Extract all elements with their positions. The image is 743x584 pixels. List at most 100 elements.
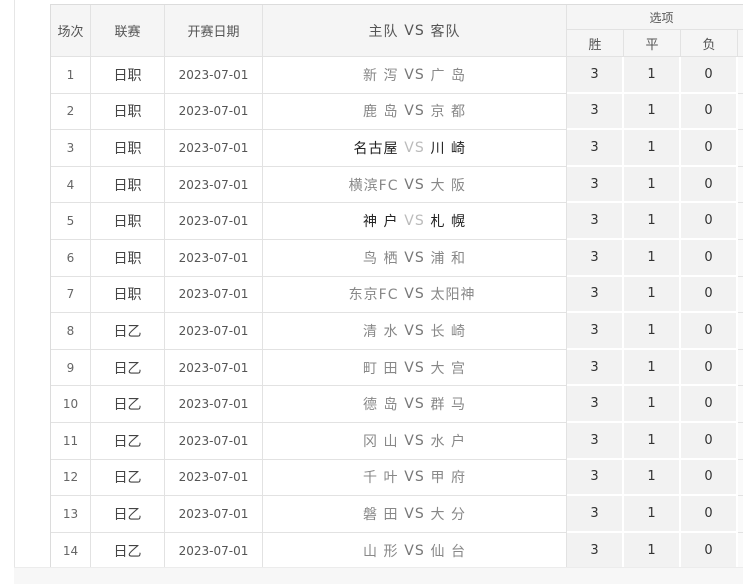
option-win[interactable]: 3 bbox=[567, 276, 624, 314]
header-loss: 负 bbox=[681, 30, 738, 57]
row-extra bbox=[738, 239, 743, 277]
home-team: 东京FC bbox=[348, 287, 399, 304]
header-date: 开赛日期 bbox=[165, 5, 263, 57]
option-win[interactable]: 3 bbox=[567, 130, 624, 167]
vs-label: VS bbox=[404, 103, 425, 120]
vs-label: VS bbox=[404, 469, 425, 486]
away-team: 广 岛 bbox=[430, 67, 466, 84]
option-win[interactable]: 3 bbox=[567, 459, 624, 497]
home-team: 鸟 栖 bbox=[363, 250, 399, 267]
row-league: 日职 bbox=[91, 276, 165, 314]
option-draw[interactable]: 1 bbox=[624, 386, 681, 423]
option-loss[interactable]: 0 bbox=[681, 349, 738, 387]
option-win[interactable]: 3 bbox=[567, 203, 624, 240]
row-extra bbox=[738, 130, 743, 167]
option-draw[interactable]: 1 bbox=[624, 276, 681, 314]
row-match: 清 水 VS 长 崎 bbox=[263, 313, 567, 350]
vs-label: VS bbox=[404, 505, 425, 522]
option-loss[interactable]: 0 bbox=[681, 459, 738, 497]
option-win[interactable]: 3 bbox=[567, 166, 624, 204]
table-body: 1 日职 2023-07-01 新 泻 VS 广 岛 3 1 0 2 日职 2023-07-01 鹿 岛… bbox=[51, 57, 743, 570]
row-date: 2023-07-01 bbox=[165, 166, 263, 204]
option-win[interactable]: 3 bbox=[567, 349, 624, 387]
row-match: 磐 田 VS 大 分 bbox=[263, 496, 567, 533]
row-extra bbox=[738, 203, 743, 240]
home-team: 神 户 bbox=[363, 214, 399, 231]
option-draw[interactable]: 1 bbox=[624, 130, 681, 167]
table-row: 7 日职 2023-07-01 东京FC VS 太阳神 3 1 0 bbox=[51, 276, 743, 314]
row-date: 2023-07-01 bbox=[165, 459, 263, 497]
row-match: 德 岛 VS 群 马 bbox=[263, 386, 567, 423]
option-win[interactable]: 3 bbox=[567, 386, 624, 423]
row-index: 11 bbox=[51, 422, 91, 460]
row-extra bbox=[738, 349, 743, 387]
row-extra bbox=[738, 57, 743, 94]
row-league: 日乙 bbox=[91, 422, 165, 460]
option-loss[interactable]: 0 bbox=[681, 203, 738, 240]
option-loss[interactable]: 0 bbox=[681, 496, 738, 533]
option-draw[interactable]: 1 bbox=[624, 422, 681, 460]
away-team: 大 分 bbox=[430, 506, 466, 523]
option-draw[interactable]: 1 bbox=[624, 239, 681, 277]
option-loss[interactable]: 0 bbox=[681, 239, 738, 277]
option-draw[interactable]: 1 bbox=[624, 532, 681, 570]
row-index: 9 bbox=[51, 349, 91, 387]
option-loss[interactable]: 0 bbox=[681, 57, 738, 94]
option-draw[interactable]: 1 bbox=[624, 496, 681, 533]
option-win[interactable]: 3 bbox=[567, 422, 624, 460]
option-win[interactable]: 3 bbox=[567, 93, 624, 131]
option-loss[interactable]: 0 bbox=[681, 386, 738, 423]
row-extra bbox=[738, 386, 743, 423]
away-team: 长 崎 bbox=[430, 323, 466, 340]
away-team: 浦 和 bbox=[430, 250, 466, 267]
header-options-title: 选项 bbox=[567, 5, 743, 30]
option-draw[interactable]: 1 bbox=[624, 313, 681, 350]
option-draw[interactable]: 1 bbox=[624, 349, 681, 387]
row-index: 1 bbox=[51, 57, 91, 94]
option-win[interactable]: 3 bbox=[567, 57, 624, 94]
home-team: 山 形 bbox=[363, 543, 399, 560]
away-team: 水 户 bbox=[430, 433, 466, 450]
home-team: 横滨FC bbox=[348, 177, 399, 194]
row-match: 鹿 岛 VS 京 都 bbox=[263, 93, 567, 131]
table-row: 11 日乙 2023-07-01 冈 山 VS 水 户 310 bbox=[51, 422, 743, 460]
bottom-bar bbox=[14, 567, 743, 584]
home-team: 町 田 bbox=[363, 360, 399, 377]
option-draw[interactable]: 1 bbox=[624, 57, 681, 94]
row-league: 日职 bbox=[91, 239, 165, 277]
table-row: 2 日职 2023-07-01 鹿 岛 VS 京 都 310 bbox=[51, 93, 743, 131]
option-loss[interactable]: 0 bbox=[681, 276, 738, 314]
away-team: 大 阪 bbox=[430, 177, 466, 194]
away-team: 京 都 bbox=[430, 104, 466, 121]
option-loss[interactable]: 0 bbox=[681, 130, 738, 167]
option-win[interactable]: 3 bbox=[567, 532, 624, 570]
row-date: 2023-07-01 bbox=[165, 276, 263, 314]
option-loss[interactable]: 0 bbox=[681, 313, 738, 350]
option-win[interactable]: 3 bbox=[567, 239, 624, 277]
home-team: 名古屋 bbox=[353, 140, 399, 157]
row-extra bbox=[738, 166, 743, 204]
option-win[interactable]: 3 bbox=[567, 313, 624, 350]
option-loss[interactable]: 0 bbox=[681, 93, 738, 131]
row-match: 神 户 VS 札 幌 bbox=[263, 203, 567, 240]
option-draw[interactable]: 1 bbox=[624, 203, 681, 240]
option-loss[interactable]: 0 bbox=[681, 422, 738, 460]
option-draw[interactable]: 1 bbox=[624, 93, 681, 131]
option-loss[interactable]: 0 bbox=[681, 166, 738, 204]
table-row: 1 日职 2023-07-01 新 泻 VS 广 岛310 bbox=[51, 57, 743, 94]
table-row: 13 日乙 2023-07-01 磐 田 VS 大 分 310 bbox=[51, 496, 743, 533]
option-win[interactable]: 3 bbox=[567, 496, 624, 533]
option-loss[interactable]: 0 bbox=[681, 532, 738, 570]
vs-label: VS bbox=[404, 249, 425, 266]
home-team: 清 水 bbox=[363, 323, 399, 340]
row-date: 2023-07-01 bbox=[165, 239, 263, 277]
table-row: 4 日职 2023-07-01 横滨FC VS 大 阪 310 bbox=[51, 166, 743, 204]
row-index: 5 bbox=[51, 203, 91, 240]
vs-label: VS bbox=[404, 213, 425, 230]
match-table: 场次 联赛 开赛日期 主队 VS 客队 选项 胜 平 负 1 日职 2023-07-… bbox=[50, 4, 743, 570]
header-win: 胜 bbox=[567, 30, 624, 57]
home-team: 鹿 岛 bbox=[363, 104, 399, 121]
option-draw[interactable]: 1 bbox=[624, 166, 681, 204]
option-draw[interactable]: 1 bbox=[624, 459, 681, 497]
row-league: 日乙 bbox=[91, 532, 165, 570]
